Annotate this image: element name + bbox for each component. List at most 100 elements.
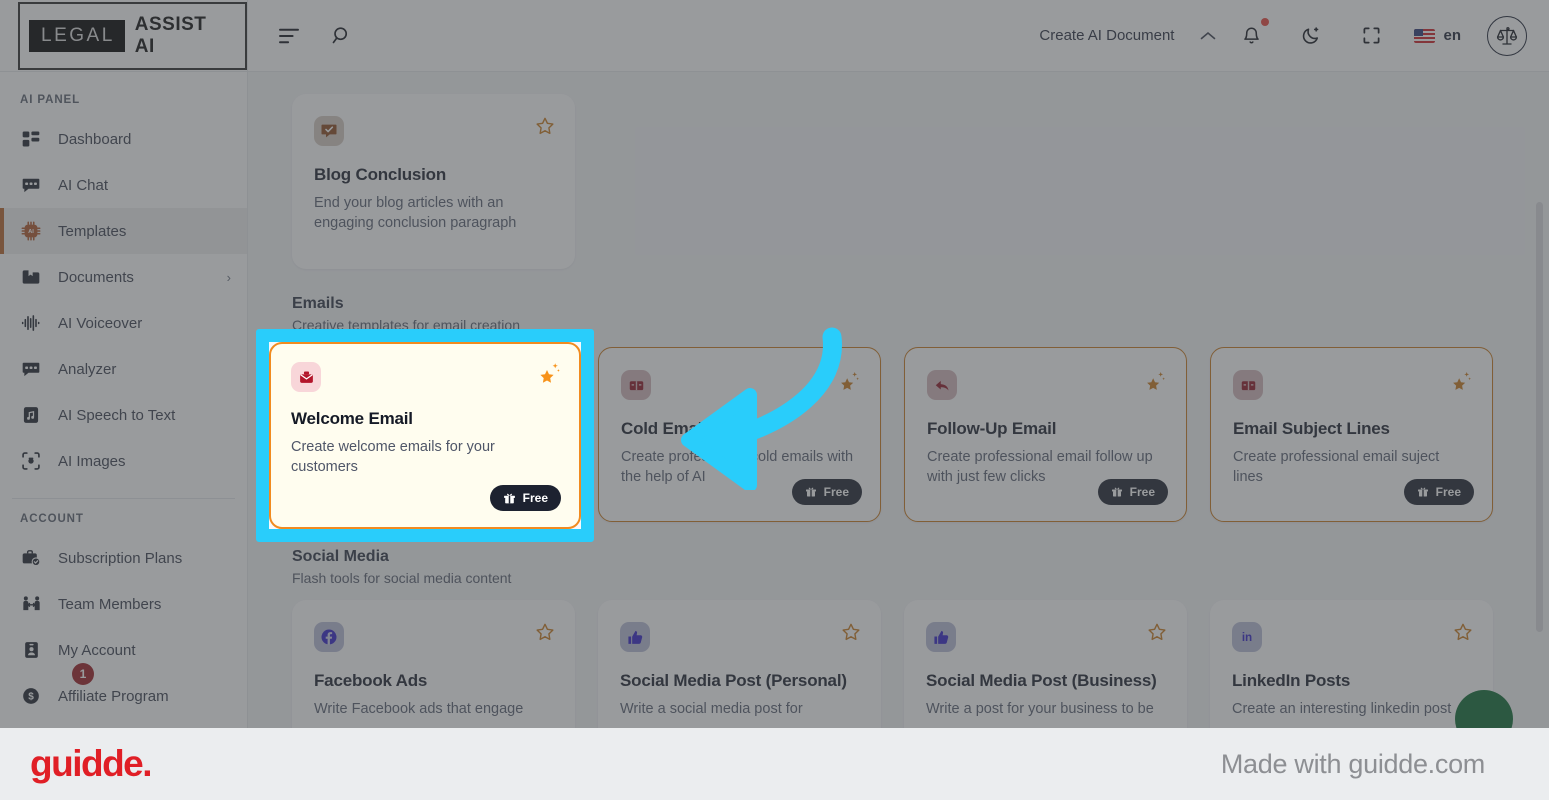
app-root: LEGAL ASSIST AI AI PANEL Dashboard AI Ch…	[0, 0, 1549, 800]
sidebar-item-label: My Account	[58, 641, 136, 659]
sidebar-item-my-account[interactable]: My Account	[0, 627, 247, 673]
language-label: en	[1443, 27, 1461, 44]
card-description: Write a post for your business to be	[926, 701, 1154, 717]
sidebar-nav: AI PANEL Dashboard AI Chat AI Templates …	[0, 72, 247, 728]
comment-check-icon	[314, 116, 344, 146]
team-icon	[20, 593, 42, 615]
sidebar: LEGAL ASSIST AI AI PANEL Dashboard AI Ch…	[0, 0, 248, 728]
card-title: Cold Email	[621, 419, 707, 438]
sidebar-item-affiliate-program[interactable]: $ Affiliate Program 1	[0, 663, 247, 719]
card-title: Email Subject Lines	[1233, 419, 1390, 438]
svg-text:$: $	[28, 692, 34, 703]
star-filled-icon[interactable]	[1144, 370, 1166, 392]
sidebar-item-ai-voiceover[interactable]: AI Voiceover	[0, 300, 247, 346]
free-pill-label: Free	[1435, 485, 1461, 499]
chevron-up-icon[interactable]	[1200, 31, 1216, 41]
sidebar-item-ai-chat[interactable]: AI Chat	[0, 162, 247, 208]
sidebar-item-label: AI Voiceover	[58, 314, 143, 332]
mailbox-open-icon	[1233, 370, 1263, 400]
chat-icon	[20, 358, 42, 380]
guidde-footer: guidde. Made with guidde.com	[0, 728, 1549, 800]
sidebar-item-label: AI Images	[58, 452, 126, 470]
avatar[interactable]	[1487, 15, 1527, 56]
star-outline-icon[interactable]	[841, 622, 861, 642]
free-pill-label: Free	[823, 485, 849, 499]
affiliate-badge-count: 1	[72, 663, 94, 685]
sidebar-divider	[12, 498, 235, 499]
template-card-cold-email[interactable]: Cold Email Create professional cold emai…	[598, 347, 881, 522]
mailbox-open-icon	[621, 370, 651, 400]
template-card-social-media-post-personal[interactable]: Social Media Post (Personal) Write a soc…	[598, 600, 881, 728]
sidebar-item-documents[interactable]: Documents ›	[0, 254, 247, 300]
section-title: Emails	[292, 295, 344, 312]
star-outline-icon[interactable]	[535, 622, 555, 642]
gift-icon	[1417, 486, 1429, 498]
chat-icon	[20, 174, 42, 196]
bell-icon[interactable]	[1234, 17, 1270, 53]
card-title: Social Media Post (Business)	[926, 671, 1157, 690]
free-pill[interactable]: Free	[1097, 479, 1168, 505]
topbar-actions: en	[1234, 15, 1527, 56]
facebook-icon	[314, 622, 344, 652]
sidebar-item-ai-images[interactable]: AI Images	[0, 438, 247, 484]
star-outline-icon[interactable]	[1453, 622, 1473, 642]
card-title: Facebook Ads	[314, 671, 428, 690]
folder-icon	[20, 266, 42, 288]
card-description: Write a social media post for	[620, 701, 803, 717]
section-title: Social Media	[292, 548, 389, 565]
star-outline-icon[interactable]	[1147, 622, 1167, 642]
audio-file-icon	[20, 404, 42, 426]
create-ai-document-button[interactable]: Create AI Document	[1039, 27, 1174, 44]
highlighted-template-card-welcome-email[interactable]: Welcome Email Create welcome emails for …	[269, 342, 581, 529]
free-pill[interactable]: Free	[1403, 479, 1474, 505]
template-card-linkedin-posts[interactable]: in LinkedIn Posts Create an interesting …	[1210, 600, 1493, 728]
sidebar-item-team-members[interactable]: Team Members	[0, 581, 247, 627]
template-card-follow-up-email[interactable]: Follow-Up Email Create professional emai…	[904, 347, 1187, 522]
sidebar-item-label: Affiliate Program	[58, 687, 169, 705]
card-title: LinkedIn Posts	[1232, 671, 1351, 690]
language-selector[interactable]: en	[1414, 27, 1461, 44]
app-base: LEGAL ASSIST AI AI PANEL Dashboard AI Ch…	[0, 0, 1549, 728]
guidde-logo: guidde.	[30, 743, 153, 784]
gift-icon	[805, 486, 817, 498]
sidebar-item-dashboard[interactable]: Dashboard	[0, 116, 247, 162]
template-card-social-media-post-business[interactable]: Social Media Post (Business) Write a pos…	[904, 600, 1187, 728]
app-logo[interactable]: LEGAL ASSIST AI	[0, 0, 247, 72]
waveform-icon	[20, 312, 42, 334]
template-card-email-subject-lines[interactable]: Email Subject Lines Create professional …	[1210, 347, 1493, 522]
notification-dot	[1261, 17, 1270, 26]
sidebar-item-label: Subscription Plans	[58, 549, 183, 567]
chevron-right-icon: ›	[226, 269, 231, 285]
sidebar-item-analyzer[interactable]: Analyzer	[0, 346, 247, 392]
card-description: End your blog articles with an engaging …	[314, 195, 517, 231]
search-icon[interactable]	[324, 19, 358, 53]
free-pill[interactable]: Free	[791, 479, 862, 505]
sidebar-item-label: Templates	[58, 222, 127, 240]
star-filled-icon[interactable]	[1450, 370, 1472, 392]
star-filled-icon[interactable]	[537, 361, 561, 385]
card-description: Write Facebook ads that engage	[314, 701, 524, 717]
briefcase-check-icon	[20, 547, 42, 569]
sidebar-item-ai-speech-to-text[interactable]: AI Speech to Text	[0, 392, 247, 438]
made-with-guidde-label: Made with guidde.com	[1220, 748, 1485, 779]
moon-icon[interactable]	[1294, 19, 1328, 53]
card-description: Create an interesting linkedin post	[1232, 701, 1452, 717]
sidebar-section-account-label: ACCOUNT	[20, 513, 84, 525]
us-flag-icon	[1414, 28, 1436, 43]
menu-icon[interactable]	[272, 19, 306, 53]
star-outline-icon[interactable]	[535, 116, 555, 136]
template-card-facebook-ads[interactable]: Facebook Ads Write Facebook ads that eng…	[292, 600, 575, 728]
mailbox-icon	[291, 362, 321, 392]
star-filled-icon[interactable]	[838, 370, 860, 392]
template-card[interactable]: Blog Conclusion End your blog articles w…	[292, 94, 575, 269]
fullscreen-icon[interactable]	[1354, 19, 1388, 53]
dashboard-icon	[20, 128, 42, 150]
vertical-scrollbar[interactable]	[1536, 202, 1543, 632]
sidebar-item-templates[interactable]: AI Templates	[0, 208, 247, 254]
free-pill-label: Free	[1129, 485, 1155, 499]
linkedin-icon: in	[1232, 622, 1262, 652]
free-pill[interactable]: Free	[489, 485, 561, 511]
reply-icon	[927, 370, 957, 400]
sidebar-item-subscription-plans[interactable]: Subscription Plans	[0, 535, 247, 581]
gift-icon	[1111, 486, 1123, 498]
